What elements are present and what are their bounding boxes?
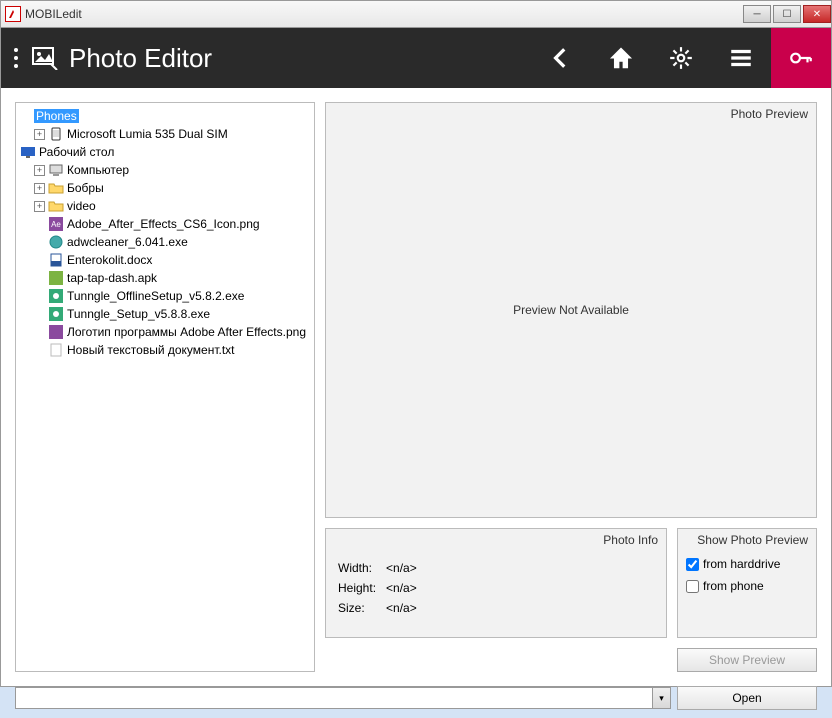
apk-icon <box>48 270 64 286</box>
maximize-button[interactable]: ☐ <box>773 5 801 23</box>
tree-item[interactable]: + Microsoft Lumia 535 Dual SIM <box>20 125 310 143</box>
tree-item[interactable]: Логотип программы Adobe After Effects.pn… <box>20 323 310 341</box>
path-combobox[interactable]: ▾ <box>15 687 671 709</box>
preview-message: Preview Not Available <box>513 303 629 317</box>
desktop-icon <box>20 144 36 160</box>
tree-item[interactable]: Новый текстовый документ.txt <box>20 341 310 359</box>
tree-item[interactable]: Tunngle_OfflineSetup_v5.8.2.exe <box>20 287 310 305</box>
exe-icon <box>48 288 64 304</box>
width-value: <n/a> <box>386 559 425 577</box>
photo-info-panel: Photo Info Width:<n/a> Height:<n/a> Size… <box>325 528 667 638</box>
phone-icon <box>48 126 64 142</box>
open-button[interactable]: Open <box>677 686 817 710</box>
show-preview-panel: Show Photo Preview from harddrive from p… <box>677 528 817 638</box>
app-icon <box>5 6 21 22</box>
show-preview-button[interactable]: Show Preview <box>677 648 817 672</box>
tree-root-phones[interactable]: Phones <box>20 107 310 125</box>
show-preview-title: Show Photo Preview <box>697 533 808 547</box>
tree-item[interactable]: + Компьютер <box>20 161 310 179</box>
expand-icon[interactable]: + <box>34 201 45 212</box>
app-header: Photo Editor <box>1 28 831 88</box>
page-title: Photo Editor <box>69 43 212 74</box>
tree-item[interactable]: Tunngle_Setup_v5.8.8.exe <box>20 305 310 323</box>
tree-item[interactable]: + Бобры <box>20 179 310 197</box>
tree-item[interactable]: Enterokolit.docx <box>20 251 310 269</box>
computer-icon <box>48 162 64 178</box>
tree-item[interactable]: + video <box>20 197 310 215</box>
title-bar: MOBILedit ─ ☐ ✕ <box>0 0 832 28</box>
from-harddrive-checkbox[interactable]: from harddrive <box>686 557 808 571</box>
svg-text:Ae: Ae <box>51 220 61 229</box>
photo-preview-panel: Photo Preview Preview Not Available <box>325 102 817 518</box>
back-button[interactable] <box>531 28 591 88</box>
from-phone-checkbox[interactable]: from phone <box>686 579 808 593</box>
menu-button[interactable] <box>711 28 771 88</box>
expand-icon[interactable]: + <box>34 183 45 194</box>
tree-root-desktop[interactable]: Рабочий стол <box>20 143 310 161</box>
file-tree[interactable]: Phones + Microsoft Lumia 535 Dual SIM Ра… <box>15 102 315 672</box>
image-icon: Ae <box>48 216 64 232</box>
settings-button[interactable] <box>651 28 711 88</box>
photo-editor-icon <box>31 46 59 70</box>
close-button[interactable]: ✕ <box>803 5 831 23</box>
tree-item[interactable]: tap-tap-dash.apk <box>20 269 310 287</box>
txt-icon <box>48 342 64 358</box>
home-button[interactable] <box>591 28 651 88</box>
dropdown-icon[interactable]: ▾ <box>652 688 670 708</box>
width-label: Width: <box>338 559 384 577</box>
expand-icon[interactable]: + <box>34 129 45 140</box>
size-value: <n/a> <box>386 599 425 617</box>
expand-icon[interactable]: + <box>34 165 45 176</box>
docx-icon <box>48 252 64 268</box>
key-button[interactable] <box>771 28 831 88</box>
menu-dots-icon[interactable] <box>1 48 31 68</box>
folder-icon <box>48 198 64 214</box>
height-value: <n/a> <box>386 579 425 597</box>
window-title: MOBILedit <box>25 7 82 21</box>
exe-icon <box>48 234 64 250</box>
minimize-button[interactable]: ─ <box>743 5 771 23</box>
tree-item[interactable]: AeAdobe_After_Effects_CS6_Icon.png <box>20 215 310 233</box>
exe-icon <box>48 306 64 322</box>
height-label: Height: <box>338 579 384 597</box>
folder-icon <box>48 180 64 196</box>
info-title: Photo Info <box>603 533 658 547</box>
preview-title: Photo Preview <box>731 107 808 121</box>
tree-item[interactable]: adwcleaner_6.041.exe <box>20 233 310 251</box>
image-icon <box>48 324 64 340</box>
size-label: Size: <box>338 599 384 617</box>
